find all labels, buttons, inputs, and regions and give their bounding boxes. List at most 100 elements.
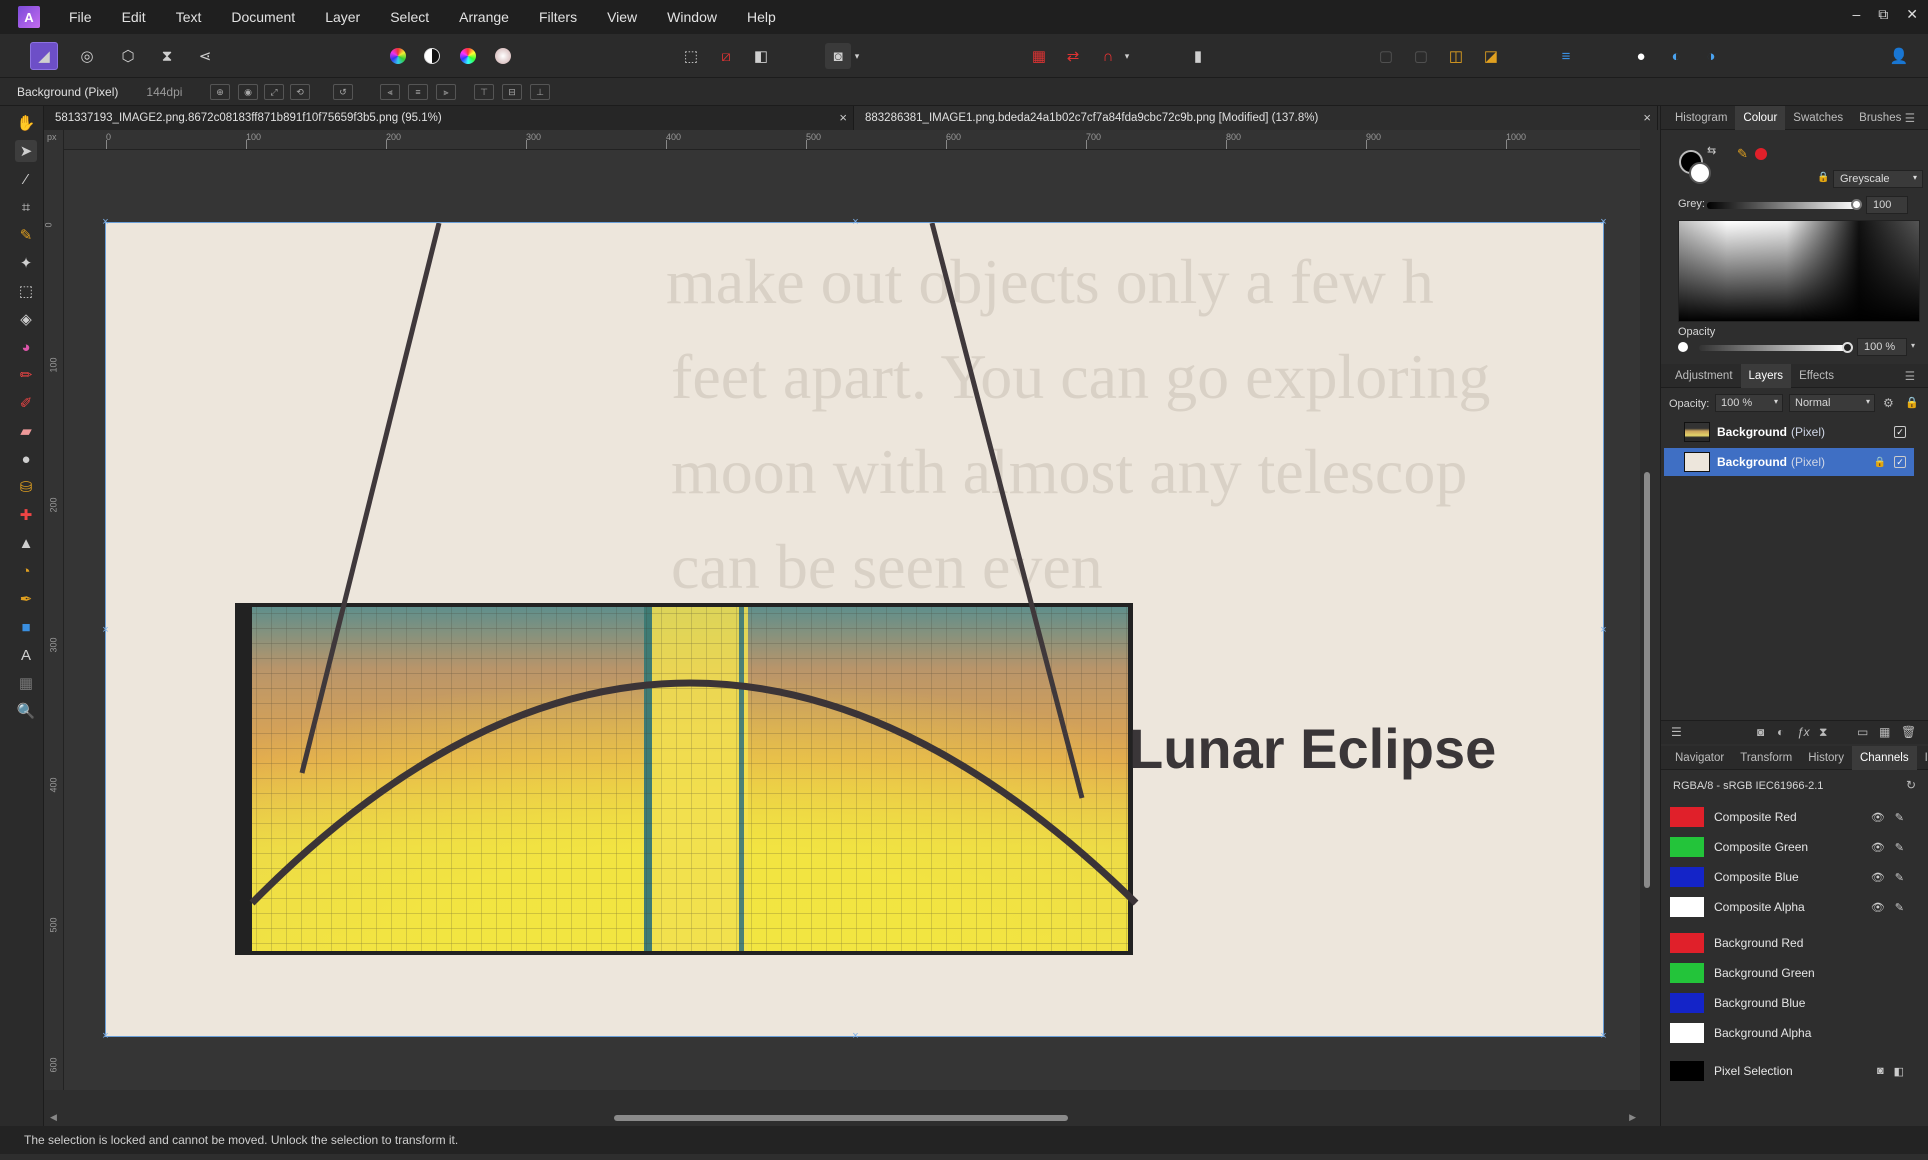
opacity-value-field[interactable]: 100 % xyxy=(1857,338,1907,356)
liquify-persona-icon[interactable]: ◎ xyxy=(74,43,100,69)
tab-history[interactable]: History xyxy=(1800,746,1852,770)
levels-icon[interactable] xyxy=(385,43,411,69)
tab-colour[interactable]: Colour xyxy=(1735,105,1786,130)
grey-slider[interactable] xyxy=(1707,199,1862,210)
eye-icon[interactable]: 👁 xyxy=(1871,841,1885,854)
info-icon[interactable]: ▮ xyxy=(1185,43,1211,69)
eye-icon[interactable]: 👁 xyxy=(1871,901,1885,914)
boolean-add-icon[interactable]: ● xyxy=(1628,43,1654,69)
tab-layers[interactable]: Layers xyxy=(1740,363,1792,388)
recent-colour-swatch[interactable] xyxy=(1755,148,1767,160)
align-left-icon[interactable]: ⫷ xyxy=(380,84,400,100)
horizontal-scroll-thumb[interactable] xyxy=(614,1115,1068,1121)
live-filter-icon[interactable]: ⧗ xyxy=(1819,725,1827,740)
menu-help[interactable]: Help xyxy=(732,9,791,25)
horizontal-scrollbar[interactable]: ◀ ▶ xyxy=(44,1110,1658,1126)
channel-row[interactable]: Background Alpha xyxy=(1664,1018,1914,1048)
mesh-tool-icon[interactable]: ▦ xyxy=(15,672,37,694)
align-center-icon[interactable]: ≡ xyxy=(408,84,428,100)
menu-select[interactable]: Select xyxy=(375,9,444,25)
mask-layer-icon[interactable]: ◙ xyxy=(1757,725,1764,739)
eye-icon[interactable]: 👁 xyxy=(1871,811,1885,824)
photo-persona-icon[interactable]: ◢ xyxy=(30,42,58,70)
align-middle-icon[interactable]: ⊟ xyxy=(502,84,522,100)
channel-row[interactable]: Composite Alpha 👁 ✎ xyxy=(1664,892,1914,922)
canvas-area[interactable]: make out objects only a few h feet apart… xyxy=(64,150,1652,1090)
zoom-tool-icon[interactable]: 🔍 xyxy=(15,700,37,722)
panel-menu-icon[interactable]: ☰ xyxy=(1897,364,1923,388)
develop-persona-icon[interactable]: ⬡ xyxy=(115,43,141,69)
pixel-selection-row[interactable]: Pixel Selection ◙ ◧ xyxy=(1664,1056,1914,1086)
arrange-back-icon[interactable]: ◫ xyxy=(1443,43,1469,69)
close-tab-icon[interactable]: × xyxy=(839,110,847,125)
add-pixel-layer-icon[interactable]: ▦ xyxy=(1879,725,1890,739)
restore-button[interactable]: ⧉ xyxy=(1878,6,1888,23)
layer-visibility-checkbox[interactable]: ✓ xyxy=(1894,426,1906,438)
deselect-icon[interactable]: ⧄ xyxy=(713,43,739,69)
opacity-dropdown-icon[interactable]: ▾ xyxy=(1911,341,1915,350)
layer-lock-icon[interactable]: 🔒 xyxy=(1905,396,1919,409)
refresh-icon[interactable]: ↻ xyxy=(1906,778,1916,792)
scroll-left-icon[interactable]: ◀ xyxy=(50,1112,57,1123)
show-bounds-icon[interactable]: ◉ xyxy=(238,84,258,100)
hand-tool-icon[interactable]: ✋ xyxy=(15,112,37,134)
fill-tool-icon[interactable]: ◈ xyxy=(15,308,37,330)
delete-layer-icon[interactable]: 🗑 xyxy=(1901,725,1916,739)
menu-filters[interactable]: Filters xyxy=(524,9,592,25)
edit-pencil-icon[interactable]: ✎ xyxy=(1895,871,1904,884)
invert-selection-icon[interactable]: ◧ xyxy=(748,43,774,69)
color-picker-tool-icon[interactable]: ⁄ xyxy=(15,168,37,190)
boolean-subtract-icon[interactable]: ◐ xyxy=(1663,43,1689,69)
quick-mask-dropdown-icon[interactable]: ▾ xyxy=(850,43,864,69)
sharpen-tool-icon[interactable]: ▲ xyxy=(15,532,37,554)
menu-layer[interactable]: Layer xyxy=(310,9,375,25)
layer-row[interactable]: Background (Pixel) ✓ xyxy=(1664,418,1914,446)
rotate-icon[interactable]: ⟲ xyxy=(290,84,310,100)
tab-navigator[interactable]: Navigator xyxy=(1661,746,1732,770)
eraser-tool-icon[interactable]: ▰ xyxy=(15,420,37,442)
blend-mode-dropdown[interactable]: Normal ▾ xyxy=(1789,394,1875,412)
tab-effects[interactable]: Effects xyxy=(1791,364,1842,388)
channel-row[interactable]: Composite Blue 👁 ✎ xyxy=(1664,862,1914,892)
tab-histogram[interactable]: Histogram xyxy=(1661,106,1735,130)
boolean-intersect-icon[interactable]: ◑ xyxy=(1698,43,1724,69)
eyedropper-icon[interactable]: ✎ xyxy=(1737,146,1748,162)
colour-picker-box[interactable] xyxy=(1678,220,1920,322)
opacity-slider[interactable] xyxy=(1699,342,1853,353)
gradient-tool-icon[interactable]: ◕ xyxy=(15,336,37,358)
menu-edit[interactable]: Edit xyxy=(107,9,161,25)
edit-pencil-icon[interactable]: ✎ xyxy=(1895,841,1904,854)
reset-icon[interactable]: ↺ xyxy=(333,84,353,100)
menu-text[interactable]: Text xyxy=(161,9,217,25)
invert-icon[interactable]: ◧ xyxy=(1894,1065,1904,1078)
menu-document[interactable]: Document xyxy=(216,9,310,25)
flood-select-icon[interactable]: ✦ xyxy=(15,252,37,274)
panel-menu-icon[interactable]: ☰ xyxy=(1897,106,1923,130)
vertical-scroll-thumb[interactable] xyxy=(1644,472,1650,888)
edit-pencil-icon[interactable]: ✎ xyxy=(1895,811,1904,824)
hsl-icon[interactable] xyxy=(455,43,481,69)
scale-icon[interactable]: ⤢ xyxy=(264,84,284,100)
menu-arrange[interactable]: Arrange xyxy=(444,9,524,25)
arrange-front-icon[interactable]: ◪ xyxy=(1478,43,1504,69)
channel-row[interactable]: Composite Green 👁 ✎ xyxy=(1664,832,1914,862)
grid-snap-icon[interactable]: ▦ xyxy=(1026,43,1052,69)
channel-row[interactable]: Background Blue xyxy=(1664,988,1914,1018)
align-icon[interactable]: ≡ xyxy=(1553,43,1579,69)
export-persona-icon[interactable]: ⋖ xyxy=(192,43,218,69)
grey-slider-knob[interactable] xyxy=(1851,199,1862,210)
text-tool-icon[interactable]: A xyxy=(15,644,37,666)
tab-transform[interactable]: Transform xyxy=(1732,746,1800,770)
menu-view[interactable]: View xyxy=(592,9,652,25)
colour-mode-dropdown[interactable]: Greyscale ▾ xyxy=(1833,170,1923,188)
tone-mapping-persona-icon[interactable]: ⧗ xyxy=(154,43,180,69)
grey-value-field[interactable]: 100 xyxy=(1866,196,1908,214)
layer-opacity-field[interactable]: 100 % ▾ xyxy=(1715,394,1783,412)
layer-locked-icon[interactable]: 🔒 xyxy=(1874,457,1886,468)
crop-tool-icon[interactable]: ⌗ xyxy=(15,196,37,218)
pen-tool-icon[interactable]: ✒ xyxy=(15,588,37,610)
menu-window[interactable]: Window xyxy=(652,9,732,25)
snapping-dropdown-icon[interactable]: ▾ xyxy=(1120,43,1134,69)
selection-brush-icon[interactable]: ✎ xyxy=(15,224,37,246)
tab-adjustment[interactable]: Adjustment xyxy=(1661,364,1741,388)
